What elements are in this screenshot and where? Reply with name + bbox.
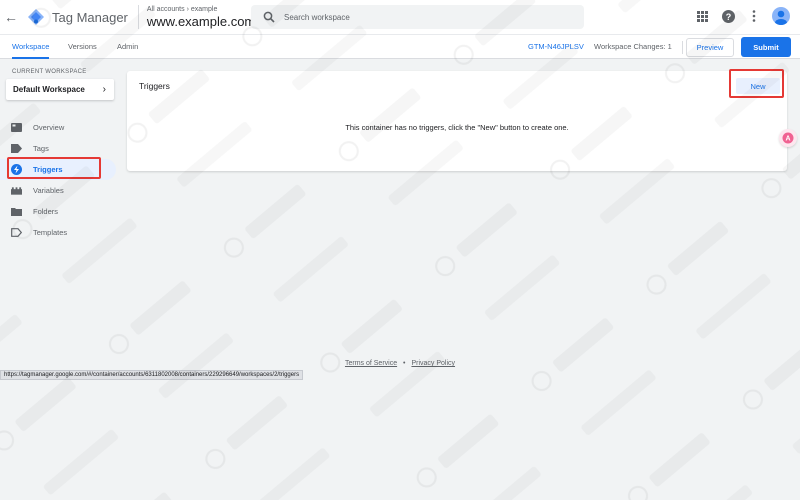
container-id-link[interactable]: GTM-N46JPLSV bbox=[528, 42, 584, 51]
sidebar-item-label: Folders bbox=[33, 207, 59, 216]
apps-grid-icon[interactable] bbox=[694, 8, 710, 24]
breadcrumb[interactable]: All accounts › example bbox=[147, 5, 265, 14]
terms-of-service-link[interactable]: Terms of Service bbox=[345, 360, 397, 367]
sidebar-item-tags[interactable]: Tags bbox=[0, 138, 116, 159]
chevron-right-icon: › bbox=[102, 84, 106, 95]
breadcrumb-chevron-icon: › bbox=[186, 6, 189, 13]
trigger-icon bbox=[11, 164, 22, 175]
template-icon bbox=[11, 227, 22, 238]
toolbar-divider bbox=[682, 41, 683, 54]
sidebar-nav: Overview Tags Triggers Variables Folders… bbox=[0, 117, 116, 243]
tab-workspace[interactable]: Workspace bbox=[12, 35, 50, 59]
account-avatar-icon[interactable] bbox=[772, 7, 790, 25]
search-icon bbox=[263, 11, 275, 23]
search-input[interactable] bbox=[284, 12, 564, 22]
empty-state-message: This container has no triggers, click th… bbox=[345, 123, 569, 132]
tab-admin[interactable]: Admin bbox=[117, 35, 138, 59]
card-title: Triggers bbox=[139, 81, 170, 91]
triggers-card: Triggers New This container has no trigg… bbox=[127, 71, 787, 171]
workspace-tabbar: Workspace Versions Admin GTM-N46JPLSV Wo… bbox=[0, 34, 800, 59]
current-workspace-label: CURRENT WORKSPACE bbox=[12, 69, 87, 75]
translate-extension-icon[interactable]: A bbox=[779, 129, 797, 147]
sidebar-item-label: Templates bbox=[33, 228, 68, 237]
breadcrumb-all-accounts[interactable]: All accounts bbox=[147, 6, 185, 13]
account-container-picker[interactable]: All accounts › example www.example.com ▼ bbox=[147, 5, 265, 29]
workspace-changes-count: Workspace Changes: 1 bbox=[594, 42, 672, 51]
breadcrumb-account[interactable]: example bbox=[191, 6, 217, 13]
sidebar-item-overview[interactable]: Overview bbox=[0, 117, 116, 138]
folder-icon bbox=[11, 206, 22, 217]
page-footer: Terms of Service • Privacy Policy bbox=[0, 360, 800, 367]
header-actions: ? bbox=[694, 7, 790, 25]
sidebar-item-templates[interactable]: Templates bbox=[0, 222, 116, 243]
top-app-bar: ← Tag Manager All accounts › example www… bbox=[0, 0, 800, 34]
footer-separator: • bbox=[403, 360, 406, 367]
privacy-policy-link[interactable]: Privacy Policy bbox=[411, 360, 455, 367]
container-selector[interactable]: www.example.com ▼ bbox=[147, 14, 265, 29]
variables-icon bbox=[11, 185, 22, 196]
container-name[interactable]: www.example.com bbox=[147, 14, 255, 29]
sidebar-item-label: Tags bbox=[33, 144, 49, 153]
sidebar-item-triggers[interactable]: Triggers bbox=[0, 159, 116, 180]
submit-button[interactable]: Submit bbox=[741, 37, 791, 57]
overview-icon bbox=[11, 122, 22, 133]
workspace-name: Default Workspace bbox=[13, 85, 85, 94]
tag-icon bbox=[11, 143, 22, 154]
search-bar[interactable] bbox=[251, 5, 584, 29]
header-divider bbox=[137, 5, 139, 29]
tab-versions[interactable]: Versions bbox=[68, 35, 97, 59]
sidebar-item-label: Variables bbox=[33, 186, 64, 195]
product-name: Tag Manager bbox=[52, 9, 128, 25]
sidebar-item-variables[interactable]: Variables bbox=[0, 180, 116, 201]
help-icon[interactable]: ? bbox=[720, 8, 736, 24]
sidebar-item-label: Overview bbox=[33, 123, 65, 132]
tag-manager-logo[interactable] bbox=[28, 9, 44, 25]
svg-text:?: ? bbox=[725, 11, 731, 21]
svg-text:A: A bbox=[785, 136, 790, 143]
more-vert-icon[interactable] bbox=[746, 8, 762, 24]
preview-button[interactable]: Preview bbox=[686, 38, 734, 57]
sidebar-item-folders[interactable]: Folders bbox=[0, 201, 116, 222]
workspace-selector[interactable]: Default Workspace › bbox=[6, 79, 114, 100]
new-trigger-button[interactable]: New bbox=[736, 78, 780, 94]
status-bar-url: https://tagmanager.google.com/#/containe… bbox=[0, 370, 304, 380]
sidebar-item-label: Triggers bbox=[33, 165, 63, 174]
back-arrow-icon[interactable]: ← bbox=[2, 9, 20, 25]
